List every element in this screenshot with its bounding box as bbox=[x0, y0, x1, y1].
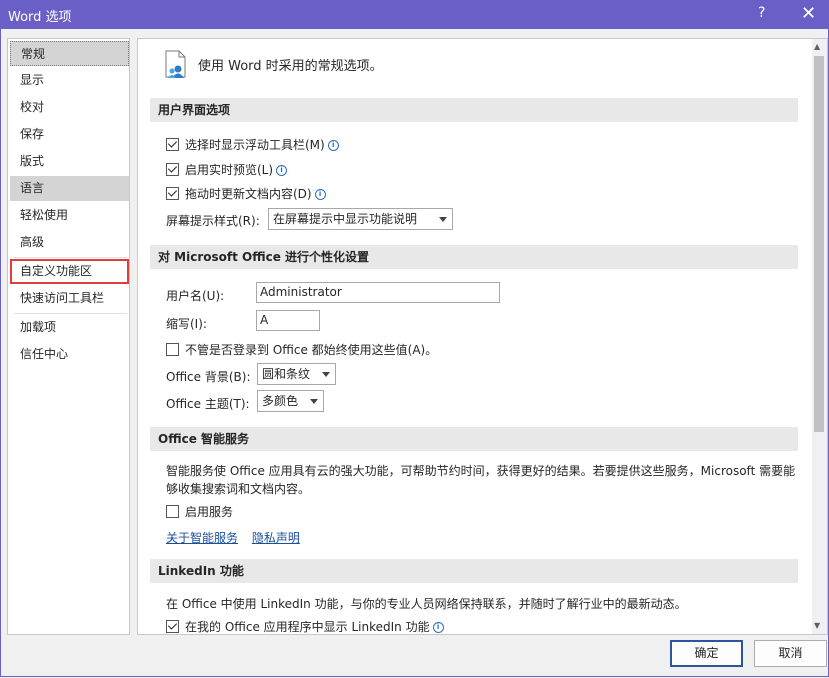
info-icon: i bbox=[432, 622, 444, 633]
show-minitoolbar-option[interactable]: 选择时显示浮动工具栏(M) i bbox=[166, 136, 339, 153]
office-theme-label: Office 主题(T): bbox=[166, 397, 250, 411]
sidebar-item-advanced[interactable]: 高级 bbox=[10, 230, 129, 255]
sidebar-item-accessibility[interactable]: 轻松使用 bbox=[10, 203, 129, 228]
scroll-up-arrow-icon[interactable]: ▲ bbox=[814, 42, 820, 51]
section-linkedin: LinkedIn 功能 bbox=[150, 559, 798, 583]
info-icon: i bbox=[314, 189, 326, 200]
office-background-value: 圆和条纹 bbox=[262, 367, 311, 381]
chevron-down-icon bbox=[310, 399, 318, 404]
intelligent-links: 关于智能服务 隐私声明 bbox=[166, 529, 300, 546]
screentip-style-value: 在屏幕提示中显示功能说明 bbox=[273, 212, 418, 226]
section-ui-options: 用户界面选项 bbox=[150, 98, 798, 122]
intelligent-services-description: 智能服务使 Office 应用具有云的强大功能，可帮助节约时间，获得更好的结果。… bbox=[166, 464, 796, 496]
enable-services-checkbox[interactable] bbox=[166, 505, 179, 518]
screentip-style-select[interactable]: 在屏幕提示中显示功能说明 bbox=[268, 208, 453, 230]
privacy-statement-link[interactable]: 隐私声明 bbox=[252, 531, 300, 545]
update-drag-option[interactable]: 拖动时更新文档内容(D) i bbox=[166, 185, 326, 202]
cancel-button[interactable]: 取消 bbox=[754, 640, 827, 667]
show-minitoolbar-label: 选择时显示浮动工具栏(M) bbox=[185, 138, 325, 152]
live-preview-label: 启用实时预览(L) bbox=[185, 163, 274, 177]
office-theme-select[interactable]: 多颜色 bbox=[257, 390, 324, 412]
sidebar-item-layout[interactable]: 版式 bbox=[10, 149, 129, 174]
panel-header: 使用 Word 时采用的常规选项。 bbox=[198, 59, 383, 74]
sidebar-item-language[interactable]: 语言 bbox=[10, 176, 129, 201]
update-drag-label: 拖动时更新文档内容(D) bbox=[185, 187, 312, 201]
chevron-down-icon bbox=[439, 217, 447, 222]
username-input[interactable]: Administrator bbox=[256, 282, 500, 303]
always-use-checkbox[interactable] bbox=[166, 343, 179, 356]
show-linkedin-option[interactable]: 在我的 Office 应用程序中显示 LinkedIn 功能 i bbox=[166, 618, 444, 634]
info-icon: i bbox=[327, 140, 339, 151]
sidebar-item-proofing[interactable]: 校对 bbox=[10, 95, 129, 120]
chevron-down-icon bbox=[322, 372, 330, 377]
office-background-label: Office 背景(B): bbox=[166, 370, 251, 384]
sidebar-divider bbox=[14, 257, 127, 258]
sidebar-item-trust-center[interactable]: 信任中心 bbox=[10, 342, 129, 367]
sidebar-item-quick-access-toolbar[interactable]: 快速访问工具栏 bbox=[10, 286, 129, 311]
show-linkedin-label: 在我的 Office 应用程序中显示 LinkedIn 功能 bbox=[185, 620, 430, 634]
help-icon[interactable]: ? bbox=[758, 5, 765, 21]
about-intelligent-services-link[interactable]: 关于智能服务 bbox=[166, 531, 238, 545]
show-linkedin-checkbox[interactable] bbox=[166, 620, 179, 633]
enable-services-label: 启用服务 bbox=[185, 505, 234, 519]
live-preview-checkbox[interactable] bbox=[166, 163, 179, 176]
info-icon: i bbox=[276, 165, 288, 176]
username-label: 用户名(U): bbox=[166, 289, 225, 303]
vertical-scrollbar[interactable]: ▲ ▼ bbox=[812, 39, 827, 634]
initials-label: 缩写(I): bbox=[166, 317, 207, 331]
general-options-icon bbox=[165, 50, 186, 78]
update-drag-checkbox[interactable] bbox=[166, 187, 179, 200]
scroll-down-arrow-icon[interactable]: ▼ bbox=[814, 621, 820, 630]
sidebar-divider bbox=[14, 313, 127, 314]
office-theme-value: 多颜色 bbox=[262, 394, 299, 408]
initials-input[interactable]: A bbox=[256, 310, 320, 331]
sidebar-item-save[interactable]: 保存 bbox=[10, 122, 129, 147]
section-personalize: 对 Microsoft Office 进行个性化设置 bbox=[150, 245, 798, 269]
always-use-option[interactable]: 不管是否登录到 Office 都始终使用这些值(A)。 bbox=[166, 341, 437, 358]
enable-services-option[interactable]: 启用服务 bbox=[166, 503, 233, 520]
always-use-label: 不管是否登录到 Office 都始终使用这些值(A)。 bbox=[185, 343, 438, 357]
sidebar-item-add-ins[interactable]: 加载项 bbox=[10, 315, 129, 340]
office-background-select[interactable]: 圆和条纹 bbox=[257, 363, 336, 385]
sidebar-item-display[interactable]: 显示 bbox=[10, 68, 129, 93]
close-icon[interactable]: ✕ bbox=[801, 3, 816, 24]
section-intelligent-services: Office 智能服务 bbox=[150, 427, 798, 451]
linkedin-description: 在 Office 中使用 LinkedIn 功能，与你的专业人员网络保持联系，并… bbox=[166, 597, 687, 611]
scrollbar-thumb[interactable] bbox=[814, 56, 824, 432]
options-panel: 使用 Word 时采用的常规选项。 用户界面选项 选择时显示浮动工具栏(M) i … bbox=[137, 38, 828, 635]
ok-button[interactable]: 确定 bbox=[670, 640, 743, 667]
sidebar-item-general[interactable]: 常规 bbox=[10, 41, 129, 66]
screentip-style-label: 屏幕提示样式(R): bbox=[166, 214, 260, 228]
sidebar-item-customize-ribbon[interactable]: 自定义功能区 bbox=[10, 259, 129, 284]
options-sidebar: 常规 显示 校对 保存 版式 语言 轻松使用 高级 自定义功能区 快速访问工具栏… bbox=[7, 38, 130, 635]
title-bar: Word 选项 ? ✕ bbox=[0, 0, 829, 29]
show-minitoolbar-checkbox[interactable] bbox=[166, 138, 179, 151]
live-preview-option[interactable]: 启用实时预览(L) i bbox=[166, 161, 288, 178]
window-title: Word 选项 bbox=[8, 10, 72, 25]
